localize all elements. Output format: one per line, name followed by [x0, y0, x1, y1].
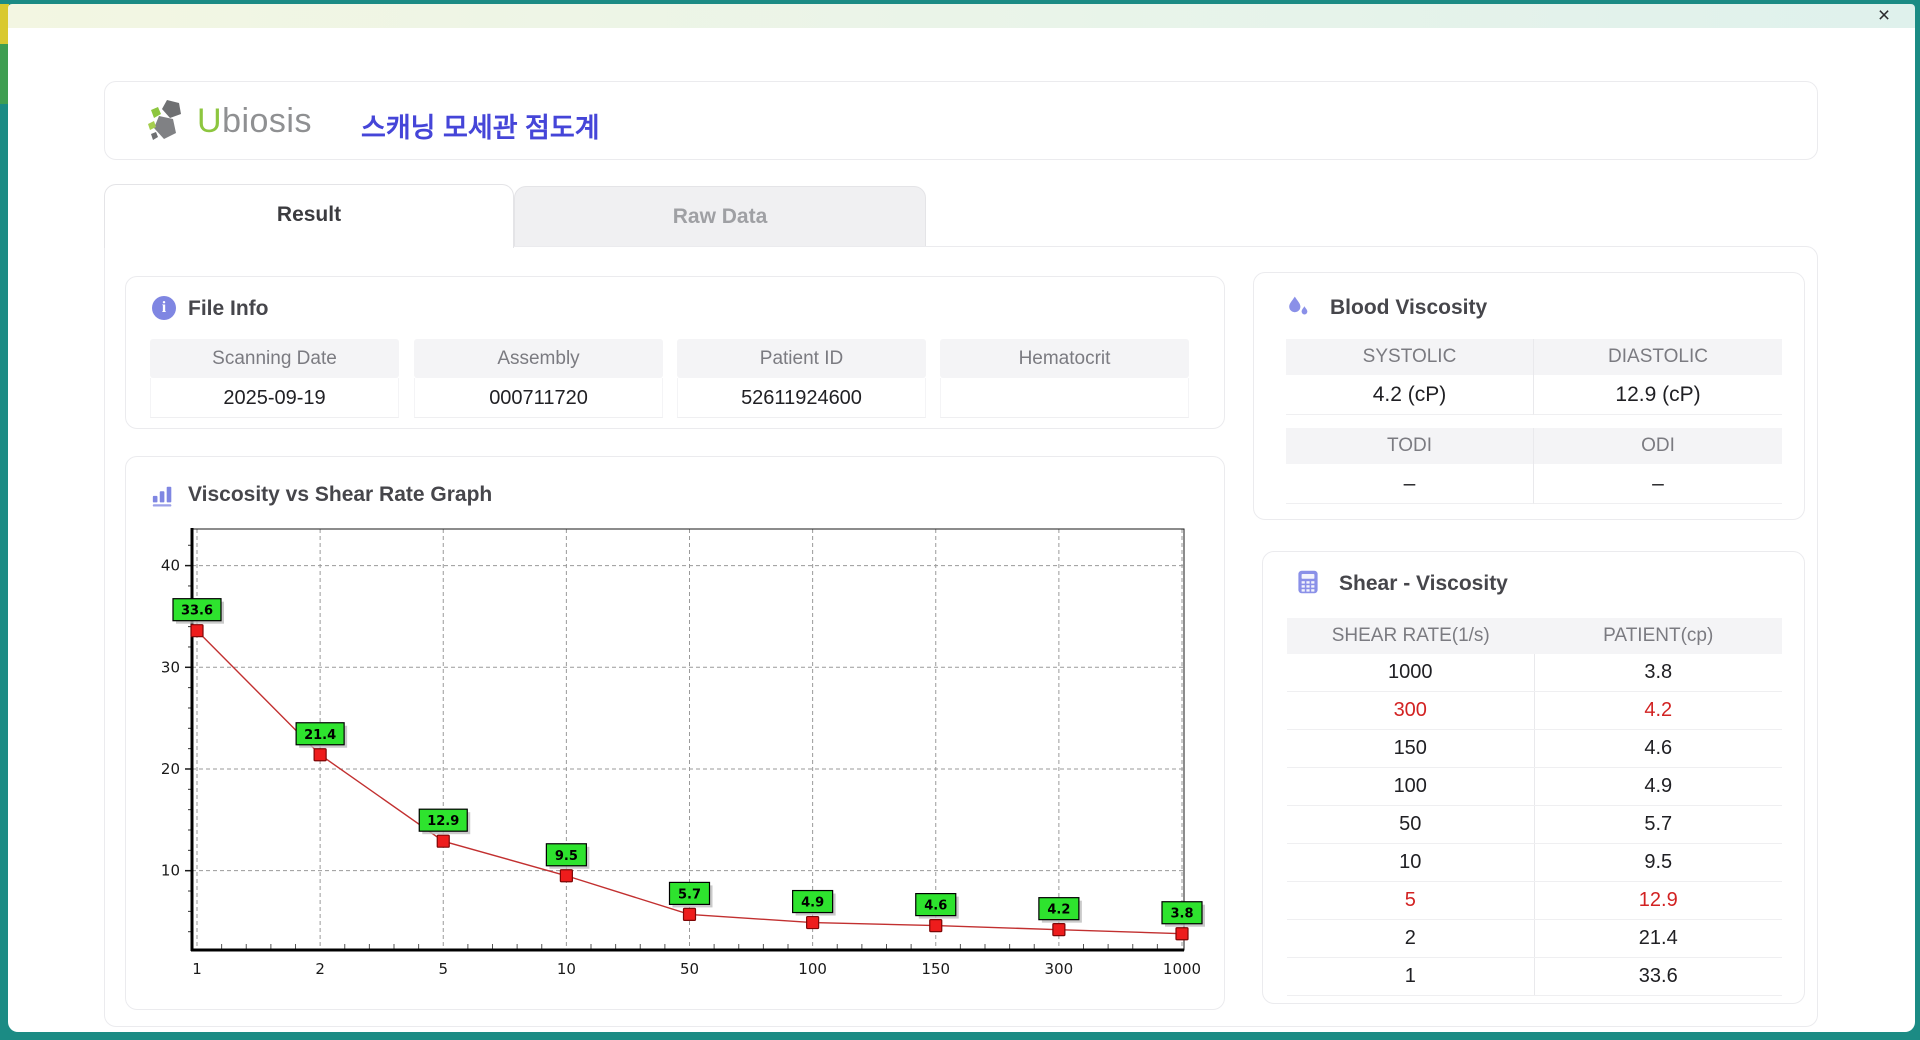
- column-header: Hematocrit: [940, 339, 1189, 378]
- svg-text:50: 50: [680, 960, 699, 978]
- column-header: Assembly: [414, 339, 663, 378]
- svg-text:21.4: 21.4: [304, 728, 336, 743]
- patient-viscosity-cell: 12.9: [1638, 889, 1678, 911]
- patient-viscosity-cell: 33.6: [1638, 965, 1678, 987]
- table-row: 300 4.2: [1287, 692, 1782, 730]
- svg-text:10: 10: [557, 960, 576, 978]
- bar-chart-icon: [152, 486, 172, 507]
- todi-value: –: [1286, 464, 1534, 504]
- column-header: Scanning Date: [150, 339, 399, 378]
- shear-viscosity-title: Shear - Viscosity: [1339, 572, 1508, 595]
- file-info-col-hematocrit: Hematocrit: [940, 339, 1189, 418]
- file-info-card: i File Info Scanning Date 2025-09-19 Ass…: [125, 276, 1225, 429]
- table-row: 2 21.4: [1287, 920, 1782, 958]
- table-row: 100 4.9: [1287, 768, 1782, 806]
- svg-text:100: 100: [798, 960, 827, 978]
- blood-viscosity-title: Blood Viscosity: [1330, 296, 1488, 319]
- svg-text:2: 2: [315, 960, 325, 978]
- svg-text:4.6: 4.6: [924, 899, 947, 914]
- droplets-icon: [1289, 296, 1308, 315]
- svg-text:4.9: 4.9: [801, 896, 824, 911]
- svg-text:9.5: 9.5: [555, 849, 578, 864]
- systolic-diastolic-table: SYSTOLIC DIASTOLIC 4.2 (cP) 12.9 (cP): [1286, 339, 1782, 415]
- svg-text:12.9: 12.9: [427, 814, 459, 829]
- info-icon: i: [152, 296, 176, 320]
- diastolic-value: 12.9 (cP): [1534, 375, 1782, 415]
- shear-rate-cell: 100: [1287, 768, 1535, 805]
- shear-rate-cell: 2: [1287, 920, 1535, 957]
- column-header: DIASTOLIC: [1534, 339, 1782, 375]
- logo-mark-icon: [148, 100, 181, 140]
- logo-text-u: U: [197, 101, 223, 140]
- patient-viscosity-cell: 4.6: [1644, 737, 1673, 759]
- shear-rate-cell: 1: [1287, 958, 1535, 995]
- shear-rate-cell: 300: [1287, 692, 1535, 729]
- table-row: 1 33.6: [1287, 958, 1782, 996]
- shear-viscosity-card: Shear - Viscosity SHEAR RATE(1/s) PATIEN…: [1262, 551, 1805, 1004]
- column-header: SHEAR RATE(1/s): [1331, 625, 1490, 646]
- column-header: TODI: [1286, 428, 1534, 464]
- shear-rate-cell: 1000: [1287, 654, 1535, 691]
- tab-raw-data[interactable]: Raw Data: [514, 186, 926, 247]
- file-info-title: File Info: [188, 297, 269, 320]
- shear-rate-cell: 150: [1287, 730, 1535, 767]
- table-header-row: SHEAR RATE(1/s) PATIENT(cp): [1287, 618, 1782, 654]
- svg-text:5.7: 5.7: [678, 887, 701, 902]
- file-info-col-patient-id: Patient ID 52611924600: [677, 339, 926, 418]
- patient-id-value: 52611924600: [677, 378, 926, 418]
- tab-result[interactable]: Result: [104, 184, 514, 248]
- patient-viscosity-cell: 9.5: [1644, 851, 1673, 873]
- systolic-value: 4.2 (cP): [1286, 375, 1534, 415]
- app-window: Ubiosis 스캐닝 모세관 점도계 Raw Data Result i Fi…: [8, 28, 1915, 1032]
- patient-viscosity-cell: 4.9: [1644, 775, 1673, 797]
- svg-text:33.6: 33.6: [181, 604, 213, 619]
- patient-viscosity-cell: 21.4: [1638, 927, 1678, 949]
- page-title: 스캐닝 모세관 점도계: [361, 113, 600, 143]
- patient-viscosity-cell: 3.8: [1644, 661, 1673, 683]
- blood-viscosity-card: Blood Viscosity SYSTOLIC DIASTOLIC 4.2 (…: [1253, 272, 1805, 520]
- svg-text:10: 10: [161, 862, 180, 880]
- svg-text:5: 5: [438, 960, 448, 978]
- patient-viscosity-cell: 5.7: [1644, 813, 1673, 835]
- shear-rate-cell: 50: [1287, 806, 1535, 843]
- graph-title: Viscosity vs Shear Rate Graph: [188, 483, 493, 506]
- assembly-value: 000711720: [414, 378, 663, 418]
- svg-text:150: 150: [921, 960, 950, 978]
- patient-viscosity-cell: 4.2: [1644, 699, 1673, 721]
- column-header: SYSTOLIC: [1286, 339, 1534, 375]
- svg-text:300: 300: [1045, 960, 1074, 978]
- ubiosis-logo: Ubiosis: [143, 96, 312, 146]
- app-header: Ubiosis 스캐닝 모세관 점도계: [104, 81, 1818, 160]
- column-header: ODI: [1534, 428, 1782, 464]
- svg-text:30: 30: [161, 658, 180, 676]
- file-info-col-scanning-date: Scanning Date 2025-09-19: [150, 339, 399, 418]
- column-header: Patient ID: [677, 339, 926, 378]
- svg-text:1: 1: [192, 960, 202, 978]
- shear-viscosity-table: SHEAR RATE(1/s) PATIENT(cp) 1000 3.8 300 4.…: [1287, 618, 1782, 996]
- file-info-col-assembly: Assembly 000711720: [414, 339, 663, 418]
- table-row: 1000 3.8: [1287, 654, 1782, 692]
- odi-value: –: [1534, 464, 1782, 504]
- calculator-icon: [1298, 570, 1318, 594]
- table-row: 5 12.9: [1287, 882, 1782, 920]
- svg-text:40: 40: [161, 557, 180, 575]
- table-row: 50 5.7: [1287, 806, 1782, 844]
- svg-text:1000: 1000: [1163, 960, 1201, 978]
- svg-text:4.2: 4.2: [1047, 903, 1070, 918]
- viscosity-chart: 1 2 5 10 50 100 150 300 1000 10 20 30 40 33.6 21.4 12.9…: [128, 517, 1223, 1003]
- hematocrit-value: [940, 378, 1189, 418]
- todi-odi-table: TODI ODI – –: [1286, 428, 1782, 504]
- scanning-date-value: 2025-09-19: [150, 378, 399, 418]
- logo-text-rest: biosis: [222, 101, 312, 140]
- svg-text:20: 20: [161, 760, 180, 778]
- table-row: 10 9.5: [1287, 844, 1782, 882]
- shear-rate-cell: 5: [1287, 882, 1535, 919]
- svg-text:3.8: 3.8: [1170, 907, 1193, 922]
- table-row: 150 4.6: [1287, 730, 1782, 768]
- shear-rate-cell: 10: [1287, 844, 1535, 881]
- column-header: PATIENT(cp): [1603, 625, 1714, 646]
- viscosity-graph-card: Viscosity vs Shear Rate Graph 1 2 5 10 50 100…: [125, 456, 1225, 1010]
